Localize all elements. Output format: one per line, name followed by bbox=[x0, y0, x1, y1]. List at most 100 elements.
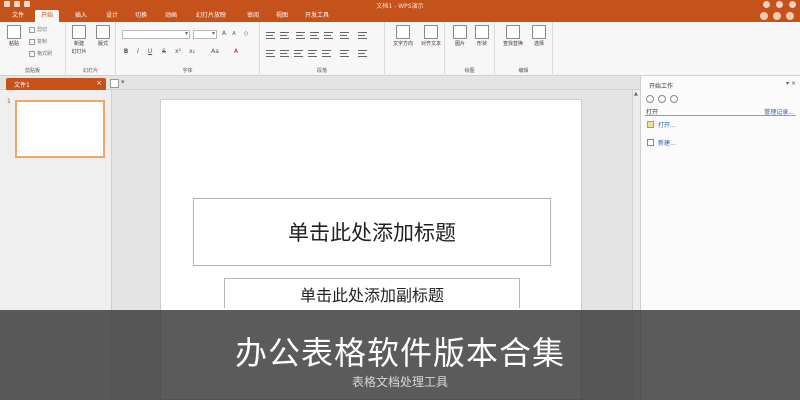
format-painter-button[interactable]: 格式刷 bbox=[29, 50, 52, 57]
font-size-select[interactable] bbox=[193, 30, 217, 39]
change-case-button[interactable]: Aa bbox=[208, 48, 222, 56]
new-link[interactable]: 新建... bbox=[647, 138, 676, 147]
text-group: 文字方向 对齐文本 bbox=[385, 22, 445, 76]
help-icon[interactable] bbox=[773, 12, 781, 20]
bullets-icon[interactable] bbox=[266, 32, 275, 39]
strike-button[interactable]: S bbox=[160, 48, 168, 56]
paragraph-group: 段落 bbox=[260, 22, 385, 76]
tab-home[interactable]: 开始 bbox=[35, 10, 60, 22]
tab-slideshow[interactable]: 幻灯片放映 bbox=[190, 10, 232, 22]
document-tab-label: 文件1 bbox=[14, 82, 30, 89]
document-tab[interactable]: 文件1 × bbox=[6, 78, 106, 90]
banner-subtitle: 表格文档处理工具 bbox=[351, 375, 448, 389]
group-label: 绘图 bbox=[464, 68, 475, 74]
window-title: 文档1 - WPS演示 bbox=[376, 3, 424, 10]
align-right-icon[interactable] bbox=[294, 50, 303, 57]
tab-animation[interactable]: 动画 bbox=[159, 10, 183, 22]
ribbon-tab-bar: 文件 开始 插入 设计 切换 动画 幻灯片放映 审阅 视图 开发工具 bbox=[0, 10, 800, 22]
shapes-icon bbox=[475, 25, 489, 39]
justify-icon[interactable] bbox=[308, 50, 317, 57]
font-color-button[interactable]: A bbox=[232, 48, 240, 56]
chevron-down-icon[interactable]: ▾ bbox=[121, 78, 125, 86]
divider bbox=[645, 115, 796, 116]
paste-icon bbox=[7, 25, 21, 39]
numbering-icon[interactable] bbox=[280, 32, 289, 39]
slide-thumbnail[interactable] bbox=[15, 100, 105, 158]
new-file-icon bbox=[647, 139, 654, 146]
tab-design[interactable]: 设计 bbox=[100, 10, 124, 22]
find-replace-button[interactable]: 查找替换 bbox=[501, 25, 525, 47]
distribute-icon[interactable] bbox=[322, 50, 331, 57]
align-center-icon[interactable] bbox=[280, 50, 289, 57]
tab-transition[interactable]: 切换 bbox=[129, 10, 153, 22]
collapse-ribbon-icon[interactable] bbox=[786, 12, 794, 20]
new-slide-button[interactable]: 新建 幻灯片 bbox=[69, 25, 89, 55]
close-icon[interactable] bbox=[789, 1, 796, 8]
text-direction-icon bbox=[396, 25, 410, 39]
forward-icon[interactable] bbox=[658, 95, 666, 103]
tab-insert[interactable]: 插入 bbox=[69, 10, 93, 22]
picture-icon bbox=[453, 25, 467, 39]
underline-button[interactable]: U bbox=[146, 48, 154, 56]
minimize-icon[interactable] bbox=[763, 1, 770, 8]
line-spacing-icon[interactable] bbox=[324, 32, 333, 39]
drawing-group: 图片 形状 绘图 bbox=[445, 22, 495, 76]
ribbon-right-icons bbox=[760, 12, 794, 20]
close-tab-icon[interactable]: × bbox=[96, 79, 102, 87]
tab-developer[interactable]: 开发工具 bbox=[299, 10, 335, 22]
tab-file[interactable]: 文件 bbox=[6, 10, 30, 22]
title-placeholder[interactable]: 单击此处添加标题 bbox=[193, 198, 551, 266]
skin-icon[interactable] bbox=[760, 12, 768, 20]
columns-icon[interactable] bbox=[340, 32, 349, 39]
shrink-font-icon[interactable]: A bbox=[230, 30, 238, 38]
layout-icon bbox=[96, 25, 110, 39]
grow-font-icon[interactable]: A bbox=[220, 30, 228, 38]
overlay-banner: 办公表格软件版本合集 表格文档处理工具 bbox=[0, 310, 800, 400]
folder-icon bbox=[647, 121, 654, 128]
align-text-button[interactable]: 对齐文本 bbox=[419, 25, 443, 47]
group-label: 段落 bbox=[316, 68, 327, 74]
paste-button[interactable]: 粘贴 bbox=[4, 25, 24, 47]
new-document-icon[interactable] bbox=[110, 79, 119, 88]
bold-button[interactable]: B bbox=[122, 48, 130, 56]
clear-format-icon[interactable]: ◇ bbox=[242, 30, 250, 38]
layout-button[interactable]: 版式 bbox=[93, 25, 113, 47]
new-slide-icon bbox=[72, 25, 86, 39]
superscript-icon[interactable]: x² bbox=[174, 48, 182, 56]
slides-group: 新建 幻灯片 版式 幻灯片 bbox=[66, 22, 116, 76]
maximize-icon[interactable] bbox=[776, 1, 783, 8]
scroll-up-icon[interactable]: ▲ bbox=[634, 91, 638, 97]
copy-button[interactable]: 复制 bbox=[29, 38, 47, 45]
group-label: 编辑 bbox=[518, 68, 529, 74]
home-icon[interactable] bbox=[670, 95, 678, 103]
decrease-indent-icon[interactable] bbox=[296, 32, 305, 39]
text-direction-button[interactable]: 文字方向 bbox=[391, 25, 415, 47]
task-pane-controls[interactable]: ▾ × bbox=[786, 80, 796, 87]
cursor-icon bbox=[532, 25, 546, 39]
open-link[interactable]: 打开... bbox=[647, 120, 676, 129]
ribbon: 粘贴 剪切 复制 格式刷 剪贴板 新建 幻灯片 版式 幻灯片 A A ◇ B I… bbox=[0, 22, 800, 76]
window-controls bbox=[763, 1, 796, 8]
picture-button[interactable]: 图片 bbox=[450, 25, 470, 47]
brush-icon bbox=[29, 50, 35, 57]
increase-indent-icon[interactable] bbox=[310, 32, 319, 39]
copy-icon bbox=[29, 38, 35, 45]
shapes-button[interactable]: 形状 bbox=[472, 25, 492, 47]
text-effects-icon[interactable] bbox=[358, 32, 367, 39]
font-family-select[interactable] bbox=[122, 30, 190, 39]
select-button[interactable]: 选择 bbox=[529, 25, 549, 47]
italic-button[interactable]: I bbox=[134, 48, 142, 56]
subtitle-placeholder[interactable]: 单击此处添加副标题 bbox=[224, 278, 520, 308]
tab-review[interactable]: 审阅 bbox=[241, 10, 265, 22]
group-label: 幻灯片 bbox=[82, 68, 98, 74]
scissors-icon bbox=[29, 26, 35, 33]
editing-group: 查找替换 选择 编辑 bbox=[495, 22, 553, 76]
align-left-icon[interactable] bbox=[266, 50, 275, 57]
cut-button[interactable]: 剪切 bbox=[29, 26, 47, 33]
border-icon[interactable] bbox=[358, 50, 367, 57]
tab-view[interactable]: 视图 bbox=[270, 10, 294, 22]
task-pane-nav bbox=[646, 95, 678, 103]
subscript-icon[interactable]: x₂ bbox=[188, 48, 196, 56]
back-icon[interactable] bbox=[646, 95, 654, 103]
shading-icon[interactable] bbox=[340, 50, 349, 57]
